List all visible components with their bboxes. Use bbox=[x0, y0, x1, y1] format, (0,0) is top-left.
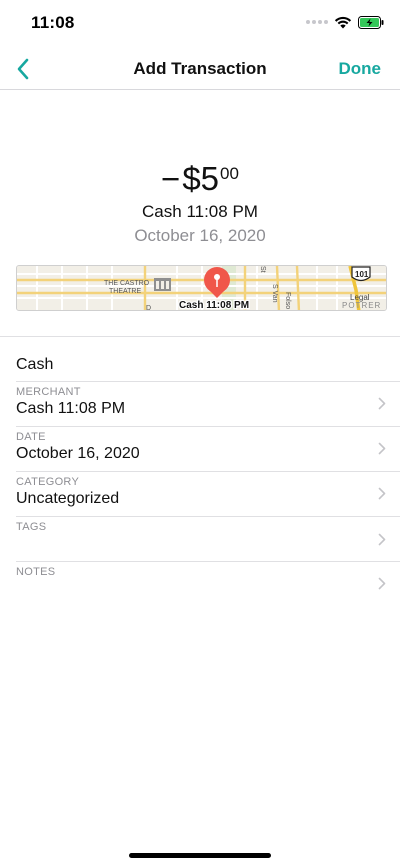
account-name: Cash bbox=[16, 356, 54, 373]
amount-cents: 00 bbox=[220, 164, 239, 183]
notes-label: NOTES bbox=[16, 566, 56, 578]
transaction-amount[interactable]: − $ 5 00 bbox=[161, 160, 239, 198]
battery-charging-icon bbox=[358, 15, 384, 29]
status-indicators bbox=[306, 15, 384, 29]
map-label: S Van bbox=[271, 284, 278, 303]
account-row[interactable]: Cash bbox=[0, 336, 400, 381]
cellular-signal-icon bbox=[306, 20, 328, 24]
merchant-label: MERCHANT bbox=[16, 386, 81, 398]
amount-currency: $ bbox=[182, 160, 201, 197]
map-label: Folso bbox=[284, 292, 291, 309]
location-map[interactable]: THE CASTRO THEATRE Folso S Van St D Lega… bbox=[16, 265, 387, 311]
chevron-right-icon bbox=[378, 397, 386, 410]
status-bar: 11:08 bbox=[0, 0, 400, 48]
merchant-row[interactable]: MERCHANT Cash 11:08 PM bbox=[0, 381, 400, 426]
status-time: 11:08 bbox=[31, 13, 75, 32]
tags-label: TAGS bbox=[16, 521, 47, 533]
notes-row[interactable]: NOTES bbox=[0, 561, 400, 606]
amount-display[interactable]: − $ 5 00 bbox=[0, 160, 400, 198]
map-label: POTRER bbox=[342, 301, 381, 310]
home-indicator[interactable] bbox=[129, 853, 271, 858]
map-label: D bbox=[146, 305, 151, 311]
chevron-right-icon bbox=[378, 577, 386, 590]
map-label: St bbox=[259, 266, 266, 273]
done-button[interactable]: Done bbox=[339, 59, 382, 79]
amount-sign: − bbox=[161, 160, 181, 197]
transaction-date: October 16, 2020 bbox=[134, 226, 266, 245]
category-value: Uncategorized bbox=[16, 490, 120, 507]
date-label: DATE bbox=[16, 431, 46, 443]
wifi-icon bbox=[334, 16, 352, 29]
date-value: October 16, 2020 bbox=[16, 445, 140, 462]
map-image: THE CASTRO THEATRE Folso S Van St D Lega… bbox=[17, 266, 386, 311]
chevron-right-icon bbox=[378, 442, 386, 455]
category-label: CATEGORY bbox=[16, 476, 80, 488]
category-row[interactable]: CATEGORY Uncategorized bbox=[0, 471, 400, 516]
transaction-name: Cash 11:08 PM bbox=[142, 202, 258, 221]
map-pin-label: Cash 11:08 PM bbox=[179, 300, 249, 311]
chevron-right-icon bbox=[378, 487, 386, 500]
amount-whole: 5 bbox=[200, 160, 220, 197]
svg-text:101: 101 bbox=[355, 270, 369, 279]
highway-shield-icon: 101 bbox=[351, 266, 371, 282]
tags-row[interactable]: TAGS bbox=[0, 516, 400, 561]
theatre-icon bbox=[154, 278, 171, 291]
navigation-bar: Add Transaction Done bbox=[0, 48, 400, 90]
map-label: THEATRE bbox=[109, 288, 141, 295]
map-label: THE CASTRO bbox=[104, 280, 150, 287]
merchant-value: Cash 11:08 PM bbox=[16, 400, 126, 417]
chevron-right-icon bbox=[378, 533, 386, 546]
date-row[interactable]: DATE October 16, 2020 bbox=[0, 426, 400, 471]
